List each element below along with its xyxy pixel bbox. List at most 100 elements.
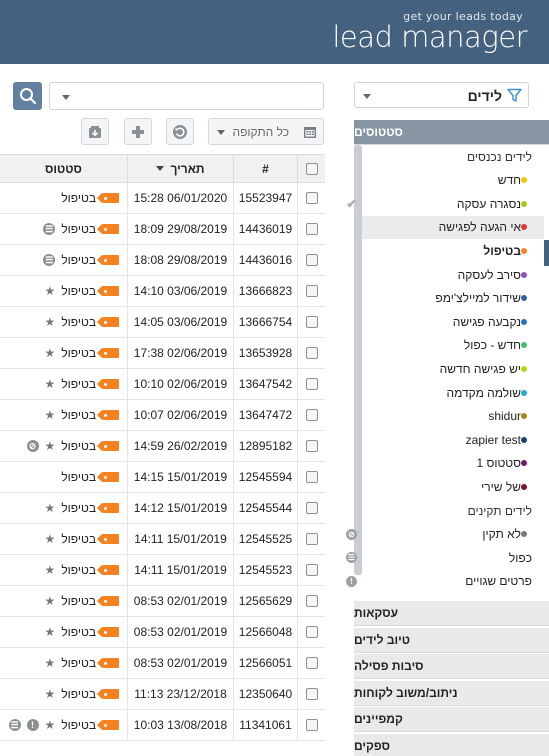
add-button[interactable] [124,118,152,145]
status-item[interactable]: סירב לעסקה [362,263,544,286]
lead-id[interactable]: 15523947 [233,183,297,213]
select-all-cell[interactable] [297,155,325,182]
row-checkbox[interactable] [305,688,318,700]
lead-id[interactable]: 13647542 [233,369,297,399]
lead-id[interactable]: 12895182 [233,431,297,461]
lead-status-cell[interactable]: בטיפול ★ [0,338,127,368]
lead-status-cell[interactable]: בטיפול [0,462,127,492]
status-item[interactable]: נסגרה עסקה [362,192,544,215]
row-select-cell[interactable] [297,431,325,461]
lead-status-cell[interactable]: בטיפול ★ [0,276,127,306]
row-checkbox[interactable] [305,595,318,607]
row-checkbox[interactable] [305,285,318,297]
table-row[interactable]: 12545525 14:11 15/01/2019 בטיפול ★ [0,524,325,555]
row-select-cell[interactable] [297,214,325,244]
lead-id[interactable]: 12566048 [233,617,297,647]
section-header[interactable]: סיבות פסילה [354,654,549,679]
section-header[interactable]: טיוב לידים [354,627,549,653]
table-row[interactable]: 15523947 15:28 06/01/2020 בטיפול [0,183,325,214]
row-checkbox[interactable] [305,533,318,545]
lead-status-cell[interactable]: בטיפול [0,183,127,213]
lead-status-cell[interactable]: בטיפול ★ [0,648,127,678]
table-row[interactable]: 13647542 10:10 02/06/2019 בטיפול ★ [0,369,325,400]
lead-id[interactable]: 12545544 [233,493,297,523]
row-select-cell[interactable] [297,710,325,740]
lead-id[interactable]: 12350640 [233,679,297,709]
status-item[interactable]: פרטים שגויים [362,570,544,593]
star-icon[interactable]: ★ [45,501,56,515]
section-header[interactable]: ניתוב/משוב לקוחות [354,680,549,706]
row-select-cell[interactable] [297,400,325,430]
star-icon[interactable]: ★ [45,625,56,639]
section-header[interactable]: ספקים [354,733,549,756]
star-icon[interactable]: ★ [45,718,56,732]
table-row[interactable]: 12565629 08:53 02/01/2019 בטיפול ★ [0,586,325,617]
table-row[interactable]: 12545594 14:15 15/01/2019 בטיפול [0,462,325,493]
table-row[interactable]: 11341061 10:03 13/08/2018 בטיפול ★! ☰ [0,710,325,741]
export-button[interactable] [81,118,109,145]
row-checkbox[interactable] [305,440,318,452]
status-item[interactable]: shidur [362,405,544,428]
search-field[interactable] [49,82,324,110]
lead-status-cell[interactable]: בטיפול ★ [0,524,127,554]
star-icon[interactable]: ★ [45,563,56,577]
star-icon[interactable]: ★ [45,656,56,670]
table-row[interactable]: 13653928 17:38 02/06/2019 בטיפול ★ [0,338,325,369]
row-checkbox[interactable] [305,564,318,576]
row-select-cell[interactable] [297,524,325,554]
status-item[interactable]: של שירי [362,475,544,498]
select-all-checkbox[interactable] [305,162,318,175]
lead-status-cell[interactable]: בטיפול ★ [0,555,127,585]
star-icon[interactable]: ★ [45,439,56,453]
lead-id[interactable]: 13647472 [233,400,297,430]
period-select[interactable]: כל התקופה [208,118,324,145]
table-row[interactable]: 12545523 14:11 15/01/2019 בטיפול ★ [0,555,325,586]
refresh-button[interactable] [166,118,194,145]
star-icon[interactable]: ★ [45,408,56,422]
status-group-label[interactable]: לידים תקינים [362,499,544,522]
lead-id[interactable]: 12566051 [233,648,297,678]
column-header-id[interactable]: # [233,155,297,182]
lead-id[interactable]: 13666823 [233,276,297,306]
lead-id[interactable]: 13666754 [233,307,297,337]
row-select-cell[interactable] [297,586,325,616]
status-item[interactable]: שולמה מקדמה [362,381,544,404]
row-checkbox[interactable] [305,502,318,514]
lead-status-cell[interactable]: בטיפול ☰ [0,245,127,275]
row-checkbox[interactable] [305,409,318,421]
status-item[interactable]: נקבעה פגישה [362,310,544,333]
table-row[interactable]: 14436016 18:08 29/08/2019 בטיפול ☰ [0,245,325,276]
section-header[interactable]: עסקאות [354,601,549,626]
row-checkbox[interactable] [305,657,318,669]
row-select-cell[interactable] [297,493,325,523]
status-item[interactable]: יש פגישה חדשה [362,357,544,380]
status-item[interactable]: לא תקין [362,523,544,546]
lead-type-select[interactable]: לידים [354,82,529,108]
table-row[interactable]: 12566051 08:53 02/01/2019 בטיפול ★ [0,648,325,679]
status-group-label[interactable]: לידים נכנסים [362,145,544,168]
star-icon[interactable]: ★ [45,315,56,329]
status-item[interactable]: שידור למיילצ'ימפ [362,287,544,310]
lead-status-cell[interactable]: בטיפול ★ [0,493,127,523]
star-icon[interactable]: ★ [45,284,56,298]
row-checkbox[interactable] [305,347,318,359]
row-checkbox[interactable] [305,471,318,483]
status-item[interactable]: חדש [362,169,544,192]
column-header-status[interactable]: סטטוס [0,155,127,182]
lead-status-cell[interactable]: בטיפול ★ [0,400,127,430]
lead-id[interactable]: 13653928 [233,338,297,368]
table-row[interactable]: 12350640 11:13 23/12/2018 בטיפול ★ [0,679,325,710]
table-row[interactable]: 13666754 14:05 03/06/2019 בטיפול ★ [0,307,325,338]
star-icon[interactable]: ★ [45,377,56,391]
lead-id[interactable]: 14436016 [233,245,297,275]
status-item[interactable]: סטטוס 1 [362,452,544,475]
lead-status-cell[interactable]: בטיפול ★ [0,369,127,399]
status-item[interactable]: zapier test [362,428,544,451]
lead-id[interactable]: 14436019 [233,214,297,244]
table-row[interactable]: 13666823 14:10 03/06/2019 בטיפול ★ [0,276,325,307]
row-checkbox[interactable] [305,254,318,266]
table-row[interactable]: 13647472 10:07 02/06/2019 בטיפול ★ [0,400,325,431]
lead-id[interactable]: 12545523 [233,555,297,585]
table-row[interactable]: 12566048 08:53 02/01/2019 בטיפול ★ [0,617,325,648]
lead-status-cell[interactable]: בטיפול ★ ⊘ [0,431,127,461]
